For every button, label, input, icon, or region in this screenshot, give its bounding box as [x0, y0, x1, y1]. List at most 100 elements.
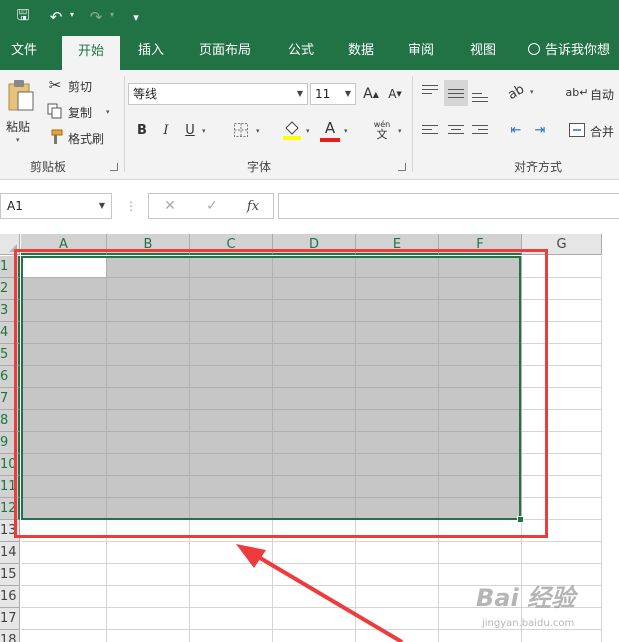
- cell-b4[interactable]: [107, 322, 190, 344]
- cell-e9[interactable]: [356, 432, 439, 454]
- cell-c17[interactable]: [190, 608, 273, 630]
- font-launcher-icon[interactable]: [398, 163, 406, 171]
- cell-b11[interactable]: [107, 476, 190, 498]
- row-header-10[interactable]: 10: [0, 454, 20, 476]
- cell-g8[interactable]: [522, 410, 602, 432]
- cell-c9[interactable]: [190, 432, 273, 454]
- cell-g11[interactable]: [522, 476, 602, 498]
- cell-b13[interactable]: [107, 520, 190, 542]
- merge-center-icon[interactable]: [568, 120, 586, 140]
- cut-button[interactable]: 剪切: [68, 78, 92, 95]
- cell-g6[interactable]: [522, 366, 602, 388]
- cell-a3[interactable]: [21, 300, 107, 322]
- cell-f1[interactable]: [439, 256, 522, 278]
- align-left-icon[interactable]: [422, 122, 438, 137]
- cell-d10[interactable]: [273, 454, 356, 476]
- cell-g18[interactable]: [522, 630, 602, 642]
- cell-d6[interactable]: [273, 366, 356, 388]
- cell-d9[interactable]: [273, 432, 356, 454]
- cell-d1[interactable]: [273, 256, 356, 278]
- cell-e13[interactable]: [356, 520, 439, 542]
- cell-c1[interactable]: [190, 256, 273, 278]
- format-painter-icon[interactable]: [46, 128, 64, 146]
- copy-dropdown-icon[interactable]: ▾: [106, 108, 110, 116]
- cell-b7[interactable]: [107, 388, 190, 410]
- cell-c18[interactable]: [190, 630, 273, 642]
- cell-f18[interactable]: [439, 630, 522, 642]
- merge-button[interactable]: 合并: [590, 123, 614, 140]
- cell-d16[interactable]: [273, 586, 356, 608]
- shrink-font-icon[interactable]: A ▼: [386, 84, 404, 104]
- cell-g7[interactable]: [522, 388, 602, 410]
- cell-a2[interactable]: [21, 278, 107, 300]
- cell-a16[interactable]: [21, 586, 107, 608]
- cell-a15[interactable]: [21, 564, 107, 586]
- tab-data[interactable]: 数据: [338, 34, 384, 70]
- align-center-icon[interactable]: [448, 122, 464, 137]
- column-header-d[interactable]: D: [273, 234, 356, 255]
- cell-d5[interactable]: [273, 344, 356, 366]
- row-header-14[interactable]: 14: [0, 542, 20, 564]
- paste-dropdown-icon[interactable]: ▾: [16, 136, 20, 144]
- cell-f11[interactable]: [439, 476, 522, 498]
- cell-g12[interactable]: [522, 498, 602, 520]
- row-header-2[interactable]: 2: [0, 278, 20, 300]
- cell-g17[interactable]: [522, 608, 602, 630]
- font-color-dropdown-icon[interactable]: ▾: [344, 127, 348, 135]
- cell-b18[interactable]: [107, 630, 190, 642]
- cell-d8[interactable]: [273, 410, 356, 432]
- cell-e2[interactable]: [356, 278, 439, 300]
- cell-f10[interactable]: [439, 454, 522, 476]
- cell-f13[interactable]: [439, 520, 522, 542]
- underline-dropdown-icon[interactable]: ▾: [202, 127, 206, 135]
- italic-button[interactable]: I: [158, 120, 174, 140]
- cell-a7[interactable]: [21, 388, 107, 410]
- borders-icon[interactable]: [232, 120, 250, 140]
- align-right-icon[interactable]: [472, 122, 488, 137]
- column-header-c[interactable]: C: [190, 234, 273, 255]
- cell-b10[interactable]: [107, 454, 190, 476]
- cell-e7[interactable]: [356, 388, 439, 410]
- cell-b5[interactable]: [107, 344, 190, 366]
- column-header-e[interactable]: E: [356, 234, 439, 255]
- row-header-13[interactable]: 13: [0, 520, 20, 542]
- paste-button-label[interactable]: 粘贴: [6, 118, 30, 135]
- cell-g16[interactable]: [522, 586, 602, 608]
- font-size-select[interactable]: 11 ▼: [310, 83, 356, 105]
- cell-a17[interactable]: [21, 608, 107, 630]
- tab-page-layout[interactable]: 页面布局: [188, 34, 262, 70]
- cell-a13[interactable]: [21, 520, 107, 542]
- column-header-b[interactable]: B: [107, 234, 190, 255]
- cell-g10[interactable]: [522, 454, 602, 476]
- cell-a1[interactable]: [21, 256, 107, 278]
- fill-color-dropdown-icon[interactable]: ▾: [306, 127, 310, 135]
- cell-c3[interactable]: [190, 300, 273, 322]
- cell-c8[interactable]: [190, 410, 273, 432]
- row-header-16[interactable]: 16: [0, 586, 20, 608]
- row-header-11[interactable]: 11: [0, 476, 20, 498]
- cell-b14[interactable]: [107, 542, 190, 564]
- cell-a18[interactable]: [21, 630, 107, 642]
- cell-g3[interactable]: [522, 300, 602, 322]
- customize-toolbar-icon[interactable]: ▾: [128, 3, 144, 31]
- row-header-4[interactable]: 4: [0, 322, 20, 344]
- format-painter-button[interactable]: 格式刷: [68, 130, 104, 147]
- cell-e4[interactable]: [356, 322, 439, 344]
- row-header-7[interactable]: 7: [0, 388, 20, 410]
- tab-view[interactable]: 视图: [460, 34, 506, 70]
- cell-e10[interactable]: [356, 454, 439, 476]
- cell-f5[interactable]: [439, 344, 522, 366]
- cell-f17[interactable]: [439, 608, 522, 630]
- cell-c2[interactable]: [190, 278, 273, 300]
- cell-b6[interactable]: [107, 366, 190, 388]
- undo-icon[interactable]: ↶: [46, 3, 66, 31]
- cell-a8[interactable]: [21, 410, 107, 432]
- column-header-a[interactable]: A: [21, 234, 107, 255]
- copy-icon[interactable]: [46, 102, 64, 120]
- cell-c13[interactable]: [190, 520, 273, 542]
- orientation-icon[interactable]: ab: [502, 78, 529, 105]
- cell-c5[interactable]: [190, 344, 273, 366]
- cell-g2[interactable]: [522, 278, 602, 300]
- cell-b12[interactable]: [107, 498, 190, 520]
- cell-g9[interactable]: [522, 432, 602, 454]
